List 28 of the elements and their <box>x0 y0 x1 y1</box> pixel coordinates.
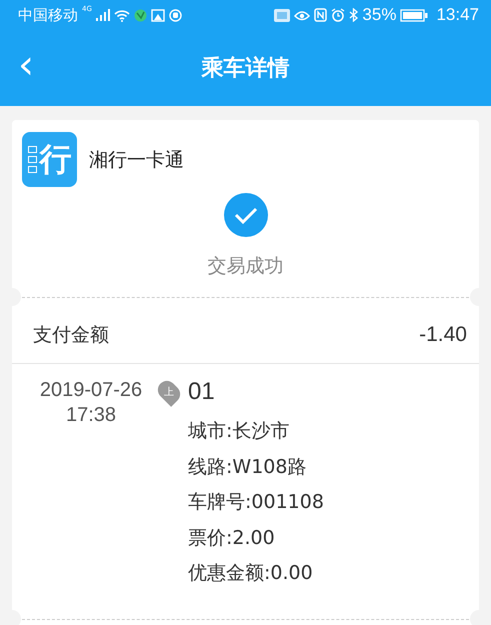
clock: 13:47 <box>436 5 479 25</box>
card-name: 湘行一卡通 <box>89 148 184 172</box>
back-button[interactable]: ‹ <box>12 45 40 91</box>
battery-icon <box>400 8 428 22</box>
trip-detail: 票价:2.00 <box>188 526 276 550</box>
signal-icon <box>96 9 110 21</box>
trip-time: 17:38 <box>66 403 116 428</box>
station-number: 01 <box>188 378 216 406</box>
result-label: 交易成功 <box>208 254 284 279</box>
app-icon <box>134 8 147 22</box>
wifi-icon <box>114 8 130 22</box>
battery-percent: 35% <box>362 5 396 25</box>
alarm-icon <box>331 8 346 22</box>
payment-label: 支付金额 <box>33 322 109 348</box>
image-icon <box>150 8 165 22</box>
eye-icon <box>294 8 310 22</box>
carrier-name: 中国移动 <box>18 6 78 24</box>
trip-detail: 车牌号:001108 <box>188 490 324 515</box>
page-title: 乘车详情 <box>200 55 290 83</box>
trip-date: 2019-07-26 <box>40 378 142 403</box>
bluetooth-icon <box>349 8 358 22</box>
nfc-icon <box>314 8 328 22</box>
payment-amount: -1.40 <box>419 322 467 346</box>
hd-icon <box>274 8 290 22</box>
trip-detail: 线路:W108路 <box>188 454 308 480</box>
trip-detail: 优惠金额:0.00 <box>188 561 314 586</box>
trip-detail: 城市:长沙市 <box>188 419 290 444</box>
app-logo: 行 <box>22 132 77 187</box>
